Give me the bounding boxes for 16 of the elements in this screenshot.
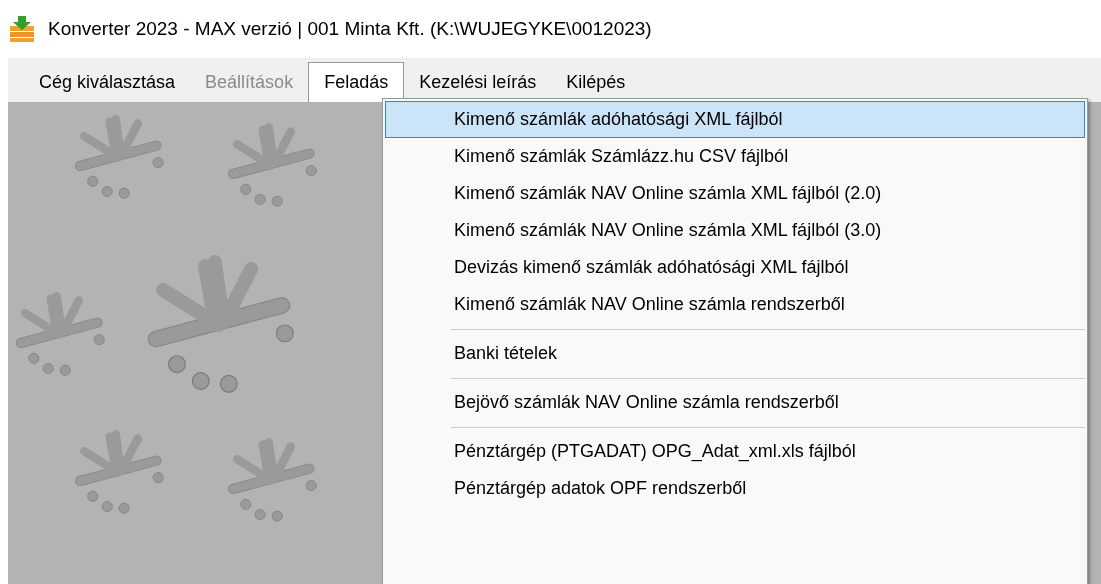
dropdown-item[interactable]: Banki tételek bbox=[385, 335, 1085, 372]
dropdown-item[interactable]: Bejövő számlák NAV Online számla rendszerből bbox=[385, 384, 1085, 421]
menu-bar-item[interactable]: Kilépés bbox=[551, 62, 641, 102]
dropdown-item[interactable]: Pénztárgép adatok OPF rendszerből bbox=[385, 470, 1085, 507]
dropdown-item[interactable]: Kimenő számlák NAV Online számla rendszerből bbox=[385, 286, 1085, 323]
dropdown-item[interactable]: Pénztárgép (PTGADAT) OPG_Adat_xml.xls fájlból bbox=[385, 433, 1085, 470]
dropdown-item[interactable]: Kimenő számlák NAV Online számla XML fájlból (2.0) bbox=[385, 175, 1085, 212]
menu-bar-item[interactable]: Kezelési leírás bbox=[404, 62, 552, 102]
menu-bar-item[interactable]: Feladás bbox=[308, 62, 405, 102]
dropdown-item[interactable]: Kimenő számlák Számlázz.hu CSV fájlból bbox=[385, 138, 1085, 175]
menu-bar-item[interactable]: Cég kiválasztása bbox=[24, 62, 191, 102]
dropdown-item[interactable]: Devizás kimenő számlák adóhatósági XML fájlból bbox=[385, 249, 1085, 286]
app-download-icon bbox=[8, 16, 36, 42]
window-title: Konverter 2023 - MAX verzió | 001 Minta Kft. (K:\WUJEGYKE\0012023) bbox=[48, 16, 652, 41]
dropdown-item[interactable]: Kimenő számlák NAV Online számla XML fájlból (3.0) bbox=[385, 212, 1085, 249]
dropdown-item[interactable]: Kimenő számlák adóhatósági XML fájlból bbox=[385, 101, 1085, 138]
